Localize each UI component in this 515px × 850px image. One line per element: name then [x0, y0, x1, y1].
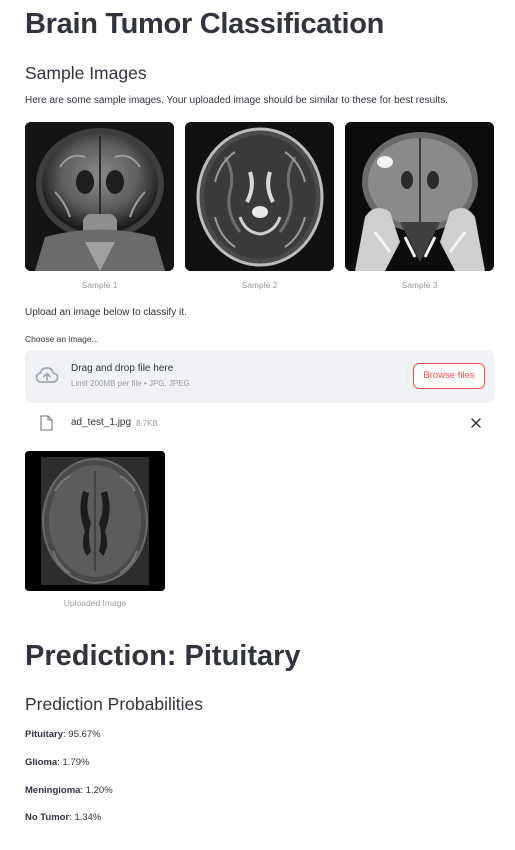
- probability-value: 1.79%: [62, 757, 90, 768]
- probability-label: Pituitary: [25, 729, 64, 740]
- uploaded-image-caption: Uploaded Image: [63, 598, 127, 608]
- file-uploader-label: Choose an image...: [25, 334, 99, 344]
- cloud-upload-icon: [35, 365, 59, 387]
- probability-value: 1.20%: [85, 785, 113, 796]
- sample-caption-3: Sample 3: [401, 280, 438, 290]
- probability-meningioma: Meningioma: 1.20%: [25, 785, 113, 796]
- probability-value: 1.34%: [74, 812, 102, 823]
- sample-gallery: Sample 1 Sample 2 Sample 3: [25, 122, 494, 292]
- dropzone-limit: Limit 200MB per file • JPG, JPEG: [71, 379, 190, 388]
- probability-value: 95.67%: [68, 729, 101, 740]
- probability-glioma: Glioma: 1.79%: [25, 757, 90, 768]
- probability-label: No Tumor: [25, 812, 70, 823]
- samples-description: Here are some sample images. Your upload…: [25, 95, 449, 106]
- uploaded-file-size: 8.7KB: [136, 419, 158, 428]
- uploaded-file-row: ad_test_1.jpg 8.7KB: [25, 413, 494, 435]
- prediction-heading: Prediction: Pituitary: [25, 640, 301, 672]
- probability-label: Glioma: [25, 757, 58, 768]
- sample-caption-1: Sample 1: [81, 280, 118, 290]
- probability-no-tumor: No Tumor: 1.34%: [25, 812, 102, 823]
- file-icon: [39, 415, 53, 431]
- upload-instruction: Upload an image below to classify it.: [25, 307, 187, 318]
- sample-caption-2: Sample 2: [241, 280, 278, 290]
- probability-label: Meningioma: [25, 785, 81, 796]
- sample-image-2: Sample 2: [185, 122, 334, 290]
- probabilities-heading: Prediction Probabilities: [25, 694, 204, 714]
- mri-uploaded-image: [25, 451, 165, 591]
- uploaded-image: Uploaded Image: [25, 451, 165, 608]
- page-title: Brain Tumor Classification: [25, 8, 385, 40]
- dropzone-title: Drag and drop file here: [71, 363, 174, 374]
- mri-coronal-image: [25, 122, 174, 271]
- mri-coronal-contrast-image: [345, 122, 494, 271]
- file-dropzone[interactable]: Drag and drop file here Limit 200MB per …: [25, 350, 494, 403]
- close-icon[interactable]: [469, 416, 483, 430]
- browse-files-button[interactable]: Browse files: [413, 363, 485, 389]
- samples-heading: Sample Images: [25, 63, 147, 83]
- sample-image-1: Sample 1: [25, 122, 174, 290]
- uploaded-file-name: ad_test_1.jpg: [71, 417, 132, 428]
- mri-axial-image: [185, 122, 334, 271]
- probability-pituitary: Pituitary: 95.67%: [25, 729, 101, 740]
- sample-image-3: Sample 3: [345, 122, 494, 290]
